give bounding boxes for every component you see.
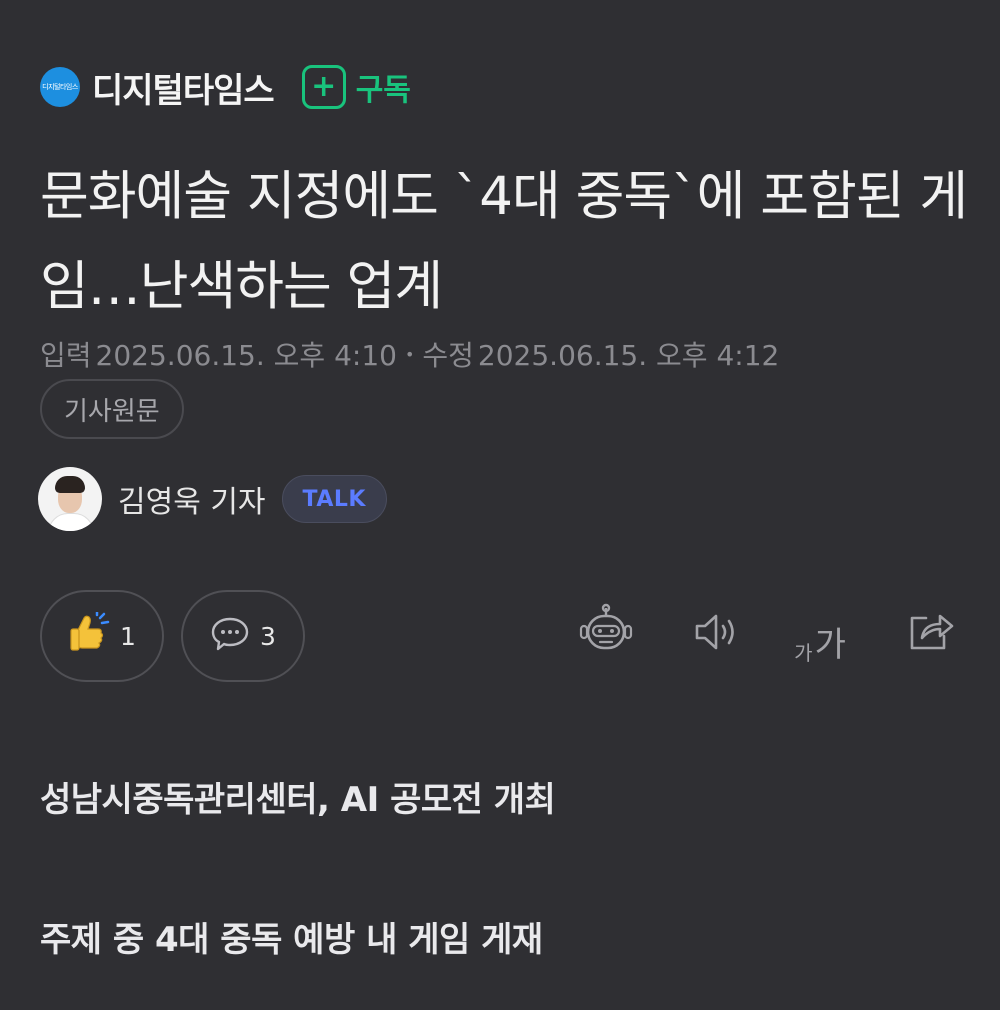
audio-button[interactable]: [684, 602, 748, 666]
speech-bubble-icon: [210, 614, 250, 658]
article-subheading-2: 주제 중 4대 중독 예방 내 게임 게재: [40, 920, 543, 960]
talk-button[interactable]: TALK: [281, 475, 387, 523]
plus-icon: +: [301, 65, 346, 109]
press-header: 디지털타임스 디지털타임스 + 구독: [40, 62, 411, 112]
share-icon: [902, 604, 958, 664]
input-label: 입력: [40, 339, 92, 372]
like-button[interactable]: 1: [40, 590, 164, 682]
summary-bot-button[interactable]: [574, 602, 638, 666]
press-logo[interactable]: 디지털타임스: [40, 67, 80, 107]
modified-label: 수정: [422, 339, 474, 372]
font-size-button[interactable]: 가 가: [788, 602, 852, 666]
original-article-button[interactable]: 기사원문: [40, 379, 184, 439]
speaker-icon: [690, 606, 742, 662]
subscribe-button[interactable]: + 구독: [301, 65, 411, 109]
comment-button[interactable]: 3: [181, 590, 305, 682]
press-logo-text: 디지털타임스: [42, 83, 78, 91]
font-size-icon: 가 가: [794, 625, 846, 665]
subscribe-label: 구독: [355, 73, 411, 108]
article-meta: 입력 2025.06.15. 오후 4:10 • 수정 2025.06.15. …: [40, 334, 779, 374]
robot-icon: [576, 602, 636, 666]
modified-time: 2025.06.15. 오후 4:12: [477, 339, 780, 372]
like-count: 1: [120, 621, 136, 651]
input-time: 2025.06.15. 오후 4:10: [95, 339, 397, 372]
press-name[interactable]: 디지털타임스: [92, 63, 275, 112]
reporter-name[interactable]: 김영욱 기자: [118, 477, 266, 521]
article-headline: 문화예술 지정에도 `4대 중독`에 포함된 게임…난색하는 업계: [40, 166, 968, 317]
thumbs-up-icon: [68, 610, 110, 660]
reporter-avatar[interactable]: [38, 467, 102, 531]
meta-separator: •: [404, 344, 415, 364]
reporter-row: 김영욱 기자 TALK: [38, 467, 387, 531]
article-subheading-1: 성남시중독관리센터, AI 공모전 개최: [40, 780, 556, 820]
comment-count: 3: [260, 621, 276, 651]
share-button[interactable]: [898, 602, 962, 666]
